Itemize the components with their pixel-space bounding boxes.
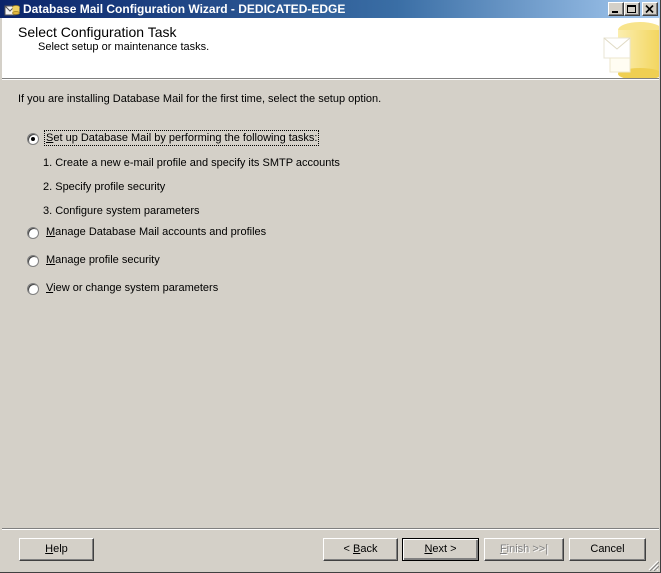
page-title: Select Configuration Task — [18, 24, 177, 40]
radio-button[interactable] — [27, 227, 39, 239]
page-subtitle: Select setup or maintenance tasks. — [38, 41, 210, 53]
header-divider — [2, 79, 659, 80]
database-mail-icon — [4, 5, 20, 16]
resize-grip-icon[interactable] — [647, 559, 659, 571]
setup-step-3: 3. Configure system parameters — [43, 205, 200, 217]
title-bar[interactable]: Database Mail Configuration Wizard - DED… — [0, 0, 660, 18]
setup-step-1: 1. Create a new e-mail profile and speci… — [43, 157, 340, 169]
radio-label: Set up Database Mail by performing the f… — [43, 130, 320, 146]
close-button[interactable] — [642, 2, 658, 16]
minimize-icon — [612, 11, 618, 13]
next-button[interactable]: Next > — [402, 538, 479, 561]
back-button[interactable]: < Back — [323, 538, 398, 561]
radio-button[interactable] — [27, 255, 39, 267]
intro-text: If you are installing Database Mail for … — [18, 93, 382, 105]
wizard-window: Database Mail Configuration Wizard - DED… — [0, 0, 661, 573]
radio-button[interactable] — [27, 133, 39, 145]
finish-button[interactable]: Finish >>| — [484, 538, 564, 561]
database-mail-logo-icon — [603, 22, 659, 78]
maximize-button[interactable] — [624, 2, 640, 16]
cancel-button[interactable]: Cancel — [569, 538, 646, 561]
radio-label: Manage profile security — [46, 254, 160, 266]
radio-button[interactable] — [27, 283, 39, 295]
window-title: Database Mail Configuration Wizard - DED… — [23, 2, 346, 16]
help-button[interactable]: Help — [19, 538, 94, 561]
radio-label: Manage Database Mail accounts and profil… — [46, 226, 267, 238]
minimize-button[interactable] — [608, 2, 624, 16]
radio-label: View or change system parameters — [46, 282, 219, 294]
setup-step-2: 2. Specify profile security — [43, 181, 166, 193]
maximize-icon — [627, 5, 636, 13]
wizard-header: Select Configuration Task Select setup o… — [2, 18, 659, 79]
close-icon — [645, 5, 654, 14]
